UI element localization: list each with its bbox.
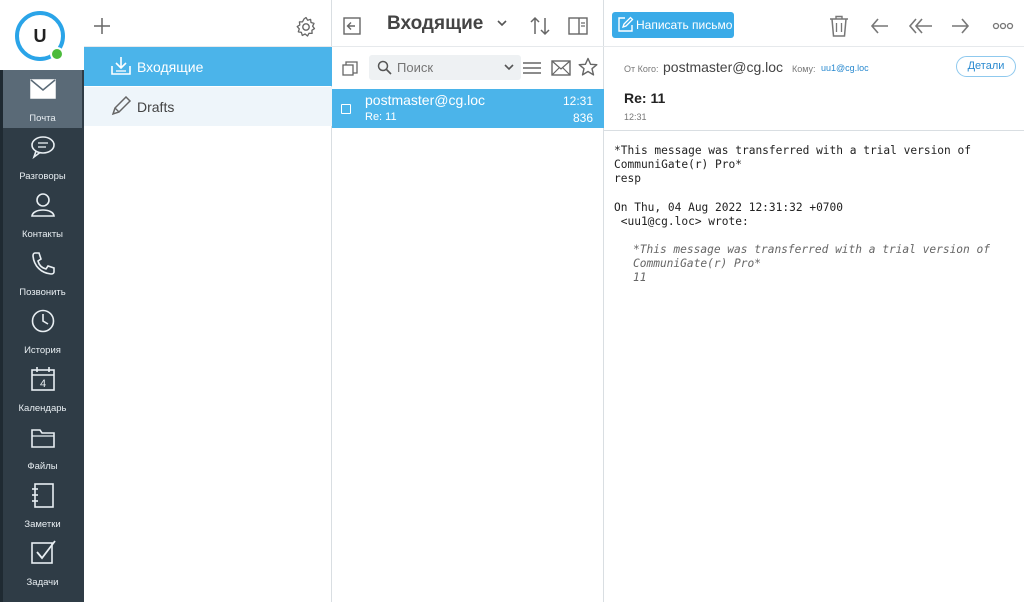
reply-icon[interactable] bbox=[870, 17, 890, 35]
clock-icon bbox=[31, 309, 54, 333]
phone-icon bbox=[31, 252, 55, 275]
rail-item-calendar[interactable]: 4 Календарь bbox=[3, 360, 82, 418]
search-box bbox=[369, 55, 521, 80]
forward-icon[interactable] bbox=[950, 17, 970, 35]
rail-item-call[interactable]: Позвонить bbox=[3, 244, 82, 302]
folder-label: Drafts bbox=[137, 99, 175, 115]
message-body: *This message was transferred with a tri… bbox=[614, 144, 971, 229]
calendar-day: 4 bbox=[39, 378, 45, 390]
to-address[interactable]: uu1@cg.loc bbox=[821, 63, 869, 73]
list-toolbar: Входящие bbox=[332, 0, 604, 47]
inbox-icon bbox=[111, 57, 131, 75]
message-timestamp: 12:31 bbox=[624, 112, 647, 122]
folder-label: Входящие bbox=[137, 59, 204, 75]
more-icon[interactable] bbox=[992, 22, 1014, 30]
app-rail: U Почта Разговоры Контакты Позвонить Ист… bbox=[0, 0, 84, 602]
reply-all-icon[interactable] bbox=[908, 17, 934, 35]
rail-item-history[interactable]: История bbox=[3, 302, 82, 360]
from-address[interactable]: postmaster@cg.loc bbox=[663, 59, 783, 75]
rail-label: Календарь bbox=[18, 403, 67, 414]
rail-label: Разговоры bbox=[19, 171, 66, 182]
chat-icon bbox=[30, 136, 55, 160]
contact-icon bbox=[30, 193, 55, 217]
message-time: 12:31 bbox=[562, 94, 593, 108]
message-row[interactable]: postmaster@cg.loc 12:31 Re: 11 836 bbox=[332, 89, 604, 128]
folder-inbox[interactable]: Входящие bbox=[84, 47, 332, 86]
to-label: Кому: bbox=[792, 64, 816, 74]
mail-icon bbox=[29, 79, 56, 99]
folder-title[interactable]: Входящие bbox=[387, 13, 483, 35]
rail-label: Задачи bbox=[26, 577, 59, 588]
message-list-panel: Входящие Поиск postmaster@cg.loc 12:31 R… bbox=[332, 0, 604, 602]
message-subject-heading: Re: 11 bbox=[624, 90, 666, 106]
message-size: 836 bbox=[572, 111, 593, 125]
avatar-area: U bbox=[0, 0, 84, 70]
gear-icon[interactable] bbox=[295, 16, 317, 38]
rail-label: Позвонить bbox=[19, 287, 66, 298]
tasks-icon bbox=[30, 540, 56, 564]
rail-label: История bbox=[24, 345, 61, 356]
reading-pane-icon[interactable] bbox=[568, 16, 588, 36]
folder-drafts[interactable]: Drafts bbox=[84, 87, 332, 126]
search-input[interactable] bbox=[397, 59, 493, 76]
details-button[interactable]: Детали bbox=[956, 56, 1016, 77]
rail-label: Файлы bbox=[27, 461, 58, 472]
trash-icon[interactable] bbox=[829, 15, 849, 37]
collapse-panel-icon[interactable] bbox=[343, 17, 361, 35]
rail-item-files[interactable]: Файлы bbox=[3, 418, 82, 476]
star-filter-icon[interactable] bbox=[578, 57, 598, 77]
folder-toolbar bbox=[84, 0, 332, 47]
rail-label: Заметки bbox=[24, 519, 61, 530]
unread-filter-icon[interactable] bbox=[551, 59, 571, 77]
quoted-text: *This message was transferred with a tri… bbox=[633, 243, 990, 285]
filter-list-icon[interactable] bbox=[522, 60, 542, 76]
search-row bbox=[332, 47, 604, 89]
compose-icon bbox=[618, 16, 634, 32]
notes-icon bbox=[31, 483, 54, 508]
select-all-icon[interactable] bbox=[342, 61, 358, 77]
rail-item-contacts[interactable]: Контакты bbox=[3, 186, 82, 244]
chevron-down-icon[interactable] bbox=[496, 18, 508, 28]
message-sender: postmaster@cg.loc bbox=[365, 92, 486, 108]
from-label: От Кого: bbox=[624, 64, 659, 74]
message-header: От Кого: postmaster@cg.loc Кому: uu1@cg.… bbox=[604, 47, 1024, 131]
message-subject: Re: 11 bbox=[365, 111, 397, 123]
folder-icon bbox=[30, 429, 55, 448]
rail-item-tasks[interactable]: Задачи bbox=[3, 534, 82, 592]
sort-icon[interactable] bbox=[528, 16, 552, 36]
add-folder-icon[interactable] bbox=[93, 17, 111, 35]
rail-item-mail[interactable]: Почта bbox=[3, 70, 82, 128]
rail-label: Почта bbox=[29, 113, 56, 124]
search-options-chevron-icon[interactable] bbox=[503, 63, 515, 73]
folder-panel: Входящие Drafts bbox=[84, 0, 332, 602]
reader-toolbar: Написать письмо bbox=[604, 0, 1024, 47]
pencil-icon bbox=[111, 96, 132, 116]
compose-label: Написать письмо bbox=[636, 18, 733, 32]
calendar-icon: 4 bbox=[30, 367, 55, 391]
rail-item-conversations[interactable]: Разговоры bbox=[3, 128, 82, 186]
rail-label: Контакты bbox=[21, 229, 64, 240]
reading-pane: Написать письмо От Кого: postmaster@cg.l… bbox=[604, 0, 1024, 602]
rail-item-notes[interactable]: Заметки bbox=[3, 476, 82, 534]
compose-button[interactable]: Написать письмо bbox=[612, 12, 734, 38]
presence-status bbox=[50, 47, 64, 61]
message-checkbox[interactable] bbox=[341, 104, 351, 114]
search-icon bbox=[377, 60, 392, 75]
